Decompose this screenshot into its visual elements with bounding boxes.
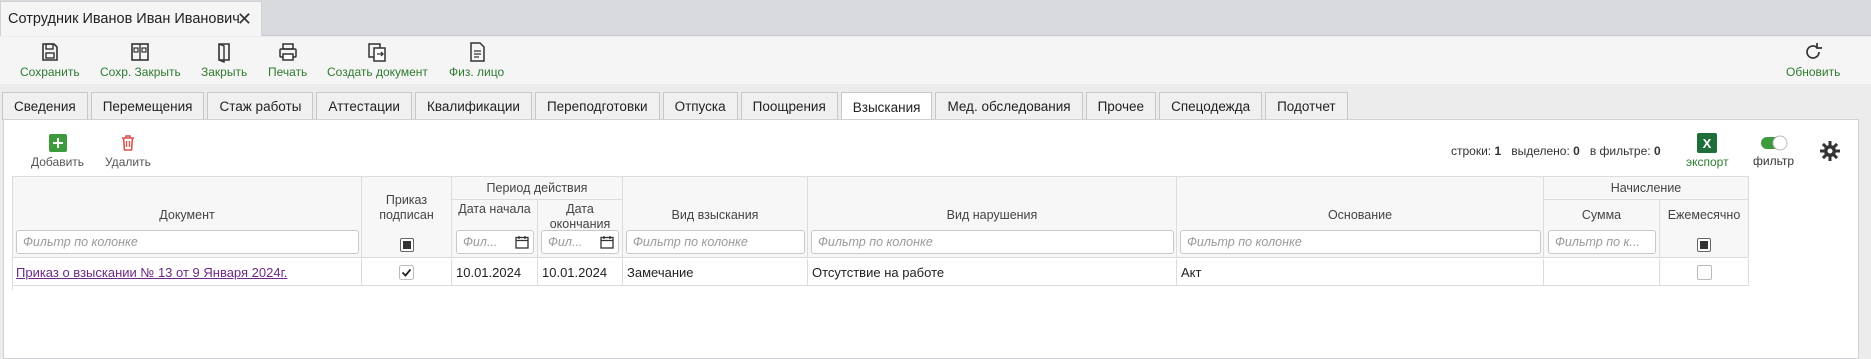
end-date-filter-input[interactable]: Фил...	[541, 230, 619, 254]
save-button[interactable]: Сохранить	[20, 41, 80, 79]
end-date-cell: 10.01.2024	[538, 259, 623, 286]
window-tab-bar: Сотрудник Иванов Иван Иванович ✕	[0, 0, 1871, 36]
amount-filter-input[interactable]: Фильтр по к...	[1548, 230, 1656, 254]
violation-type-cell: Отсутствие на работе	[808, 259, 1177, 286]
delete-button[interactable]: Удалить	[105, 134, 151, 169]
tab-workwear[interactable]: Спецодежда	[1159, 92, 1263, 120]
person-label: Физ. лицо	[449, 65, 505, 79]
start-date-filter-placeholder: Фил...	[463, 235, 498, 249]
close-label: Закрыть	[201, 65, 248, 79]
calendar-icon[interactable]	[515, 235, 529, 249]
plus-icon	[48, 134, 67, 152]
selected-count: 0	[1573, 144, 1580, 158]
start-date-cell: 10.01.2024	[452, 259, 538, 286]
create-document-icon	[368, 43, 387, 62]
add-button[interactable]: Добавить	[31, 134, 84, 169]
save-close-button[interactable]: Сохр. Закрыть	[100, 41, 181, 79]
tab-medical[interactable]: Мед. обследования	[935, 92, 1083, 120]
tab-qualifications[interactable]: Квалификации	[414, 92, 532, 120]
rows-label: строки:	[1451, 144, 1492, 158]
penalties-grid: Документ Приказ подписан Период действия…	[12, 176, 1749, 290]
refresh-label: Обновить	[1786, 65, 1841, 79]
end-date-filter-placeholder: Фил...	[548, 235, 583, 249]
basis-cell: Акт	[1177, 259, 1544, 286]
table-row[interactable]: Приказ о взыскании № 13 от 9 Января 2024…	[13, 259, 362, 286]
tab-vacations[interactable]: Отпуска	[662, 92, 738, 120]
delete-label: Удалить	[105, 155, 151, 169]
excel-icon: X	[1697, 133, 1718, 153]
grid-stats: строки: 1 выделено: 0 в фильтре: 0	[1451, 144, 1661, 158]
header-accrual: Начисление	[1544, 177, 1749, 200]
start-date-filter-input[interactable]: Фил...	[456, 230, 534, 254]
header-period: Период действия	[452, 177, 623, 200]
selected-label: выделено:	[1511, 144, 1570, 158]
main-toolbar: Сохранить Сохр. Закрыть Закрыть Печать С…	[0, 37, 1871, 84]
in-filter-label: в фильтре:	[1589, 144, 1651, 158]
checked-checkbox-icon[interactable]	[399, 265, 414, 280]
document-filter-input[interactable]: Фильтр по колонке	[16, 230, 359, 254]
print-button[interactable]: Печать	[268, 41, 307, 79]
add-label: Добавить	[31, 155, 85, 169]
refresh-button[interactable]: Обновить	[1786, 41, 1840, 79]
person-button[interactable]: Физ. лицо	[449, 41, 504, 79]
printer-icon	[278, 43, 297, 61]
save-close-label: Сохр. Закрыть	[100, 65, 181, 79]
gear-icon[interactable]	[1819, 140, 1841, 165]
toggle-switch-icon	[1760, 135, 1788, 151]
print-label: Печать	[268, 65, 308, 79]
monthly-filter-checkbox[interactable]	[1697, 238, 1711, 252]
document-link[interactable]: Приказ о взыскании № 13 от 9 Января 2024…	[16, 265, 287, 280]
tab-rewards[interactable]: Поощрения	[740, 92, 838, 120]
document-icon	[469, 42, 485, 62]
tab-work-experience[interactable]: Стаж работы	[207, 92, 314, 120]
monthly-cell	[1660, 259, 1749, 286]
basis-filter-input[interactable]: Фильтр по колонке	[1180, 230, 1541, 254]
calendar-icon[interactable]	[600, 235, 614, 249]
penalty-type-cell: Замечание	[623, 259, 808, 286]
export-button[interactable]: X экспорт	[1686, 133, 1729, 169]
door-icon	[218, 43, 230, 63]
save-icon	[42, 43, 58, 61]
order-signed-cell	[362, 259, 452, 286]
violation-type-filter-input[interactable]: Фильтр по колонке	[811, 230, 1174, 254]
document-window-tab[interactable]: Сотрудник Иванов Иван Иванович ✕	[0, 1, 262, 36]
amount-cell	[1544, 259, 1660, 286]
tab-info[interactable]: Сведения	[2, 92, 88, 120]
save-label: Сохранить	[20, 65, 80, 79]
save-close-icon	[131, 43, 150, 61]
tab-retraining[interactable]: Переподготовки	[534, 92, 660, 120]
tab-attestations[interactable]: Аттестации	[316, 92, 412, 120]
close-button[interactable]: Закрыть	[201, 41, 247, 79]
svg-text:X: X	[1703, 136, 1712, 151]
rows-count: 1	[1494, 144, 1502, 158]
filter-toggle[interactable]: фильтр	[1753, 135, 1794, 168]
in-filter-count: 0	[1653, 144, 1661, 158]
trash-icon	[121, 135, 134, 151]
monthly-checkbox[interactable]	[1697, 265, 1712, 280]
tab-other[interactable]: Прочее	[1085, 92, 1157, 120]
export-label: экспорт	[1686, 155, 1729, 169]
order-signed-filter-checkbox[interactable]	[400, 238, 414, 252]
create-document-button[interactable]: Создать документ	[327, 41, 428, 79]
tab-accountable[interactable]: Подотчет	[1265, 92, 1348, 120]
tab-transfers[interactable]: Перемещения	[90, 92, 205, 120]
tab-penalties[interactable]: Взыскания	[840, 92, 933, 121]
section-tabs: Сведения Перемещения Стаж работы Аттеста…	[0, 92, 1348, 121]
penalty-type-filter-input[interactable]: Фильтр по колонке	[626, 230, 805, 254]
close-icon[interactable]: ✕	[237, 9, 252, 29]
window-tab-title: Сотрудник Иванов Иван Иванович	[8, 11, 240, 27]
create-document-label: Создать документ	[327, 65, 428, 79]
refresh-icon	[1806, 43, 1823, 59]
filter-label: фильтр	[1753, 154, 1795, 168]
